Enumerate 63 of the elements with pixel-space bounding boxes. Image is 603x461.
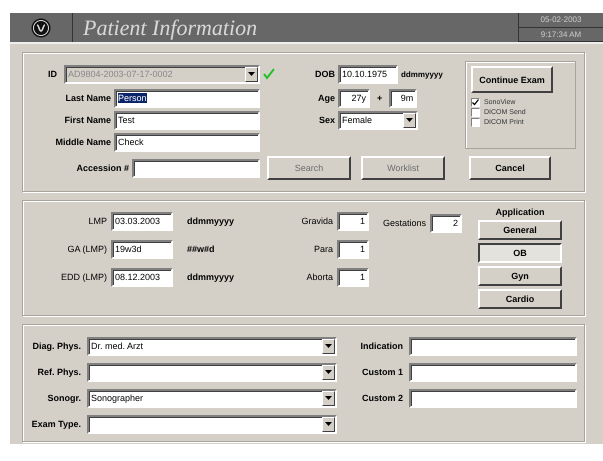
checkbox[interactable] — [471, 108, 480, 117]
date-field[interactable]: 03.03.2003 — [111, 212, 173, 230]
application-button[interactable]: Gyn — [478, 266, 562, 286]
format-hint: ##w#d — [186, 244, 216, 254]
field-label: Indication — [360, 341, 403, 351]
field-label: Sex — [318, 115, 335, 125]
application-button[interactable]: General — [478, 220, 562, 240]
date-field[interactable]: 10.10.1975 — [338, 64, 398, 84]
window-title: Patient Information — [82, 14, 258, 40]
text-field[interactable] — [409, 388, 577, 408]
application-button[interactable]: OB — [478, 243, 562, 263]
field-label: Gravida — [300, 216, 333, 226]
dropdown-field[interactable] — [87, 414, 337, 434]
field-label: Last Name — [65, 93, 111, 103]
text-field[interactable]: Test — [114, 110, 260, 130]
field-label: Middle Name — [55, 137, 111, 147]
field-label: Ref. Phys. — [36, 367, 81, 377]
format-hint: ddmmyyyy — [186, 272, 236, 282]
sex-combo[interactable]: Female — [338, 110, 418, 130]
date-text: 05-02-2003 — [519, 13, 603, 28]
dropdown-field[interactable]: Dr. med. Arzt — [87, 336, 337, 356]
count-field[interactable]: 1 — [337, 240, 369, 258]
field-label: GA (LMP) — [66, 244, 107, 254]
field-label: Custom 2 — [360, 393, 403, 403]
count-field[interactable]: 1 — [337, 212, 369, 230]
count-field[interactable]: 1 — [337, 268, 369, 286]
dropdown-field[interactable]: Sonographer — [87, 388, 337, 408]
field-label: First Name — [64, 115, 111, 125]
plus-text: + — [376, 93, 384, 103]
field-label: Custom 1 — [360, 367, 403, 377]
field-label: Sonogr. — [46, 393, 81, 403]
cancel-button[interactable]: Cancel — [469, 156, 551, 180]
checkbox[interactable] — [471, 118, 480, 127]
field-label: DOB — [314, 69, 335, 79]
field-label: Aborta — [305, 272, 333, 282]
field-label: Diag. Phys. — [31, 341, 81, 351]
application-button[interactable]: Cardio — [478, 289, 562, 309]
field-label: Gestations — [383, 218, 426, 228]
time-text: 9:17:34 AM — [519, 28, 603, 42]
continue-exam-button[interactable]: Continue Exam — [471, 66, 553, 93]
field-label: Accession # — [76, 163, 129, 173]
field-label: LMP — [87, 216, 107, 226]
application-heading: Application — [496, 207, 544, 217]
count-field[interactable]: 2 — [430, 214, 462, 232]
text-field[interactable]: Person — [114, 88, 260, 108]
text-field[interactable] — [409, 336, 577, 356]
age-field[interactable]: 27y — [338, 88, 370, 108]
date-field[interactable]: 08.12.2003 — [111, 268, 173, 286]
field-label: EDD (LMP) — [60, 272, 107, 282]
field-label: Exam Type. — [30, 419, 81, 429]
text-field[interactable] — [409, 362, 577, 382]
field-label: ID — [48, 69, 57, 79]
text-field[interactable]: Check — [114, 132, 260, 152]
field-label: Age — [316, 93, 335, 103]
logo-icon — [31, 18, 51, 38]
text-field[interactable] — [132, 158, 260, 178]
format-hint: ddmmyyyy — [401, 70, 443, 78]
age-field[interactable]: 9m — [389, 88, 418, 108]
field-label: Para — [312, 244, 333, 254]
checkbox[interactable] — [471, 98, 480, 107]
dropdown-field[interactable] — [87, 362, 337, 382]
date-field[interactable]: 19w3d — [111, 240, 173, 258]
format-hint: ddmmyyyy — [186, 216, 236, 226]
